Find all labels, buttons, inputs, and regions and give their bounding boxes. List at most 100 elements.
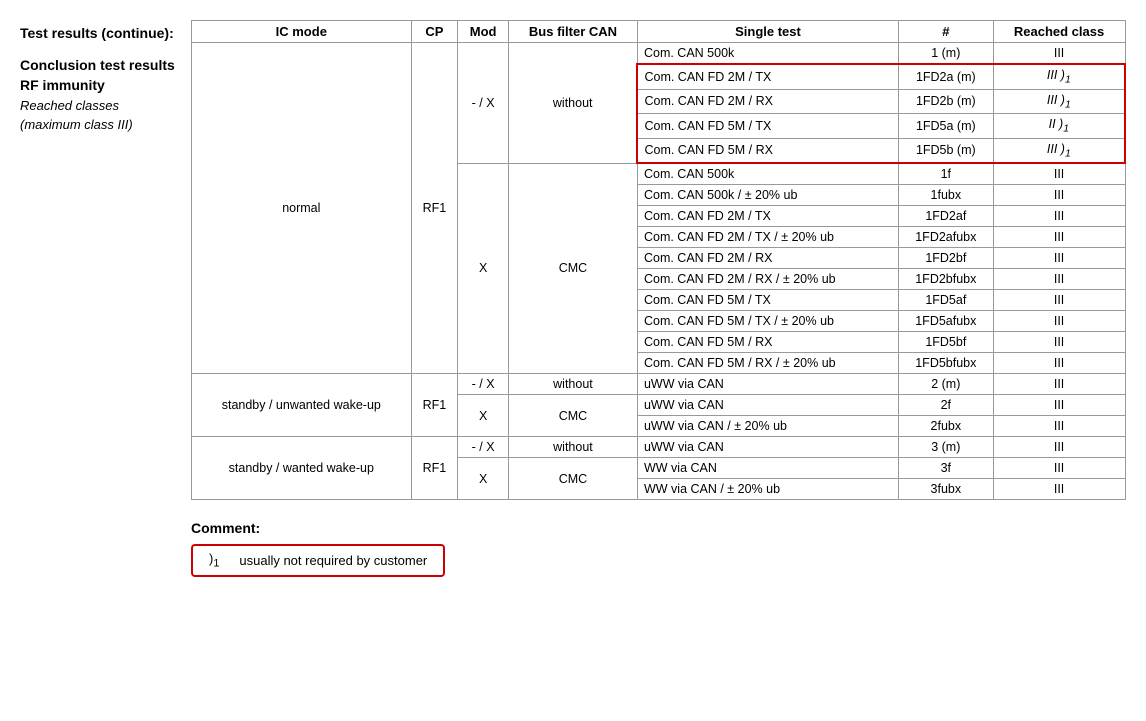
col-cp: CP — [411, 21, 458, 43]
reached-class: III — [993, 416, 1125, 437]
comment-box: )1 usually not required by customer — [191, 544, 445, 577]
hash: 3fubx — [899, 479, 994, 500]
single-test: Com. CAN 500k — [637, 163, 898, 185]
reached-class: III — [993, 395, 1125, 416]
reached-class: III — [993, 248, 1125, 269]
reached-class: III — [993, 332, 1125, 353]
hash: 1FD5afubx — [899, 311, 994, 332]
reached-class: III — [993, 311, 1125, 332]
single-test: Com. CAN FD 2M / TX / ± 20% ub — [637, 227, 898, 248]
reached-class: II )1 — [993, 114, 1125, 139]
hash: 3 (m) — [899, 437, 994, 458]
comment-text: usually not required by customer — [239, 553, 427, 568]
hash: 1FD5b (m) — [899, 138, 994, 163]
col-mod: Mod — [458, 21, 509, 43]
mod-minus-x-3: - / X — [458, 437, 509, 458]
single-test: Com. CAN FD 5M / TX — [637, 290, 898, 311]
bus-cmc-2: CMC — [508, 395, 637, 437]
table-row: standby / unwanted wake-up RF1 - / X wit… — [192, 374, 1126, 395]
bus-without-2: without — [508, 374, 637, 395]
reached-class: III — [993, 353, 1125, 374]
single-test: Com. CAN 500k — [637, 43, 898, 65]
ic-mode-standby-unwanted: standby / unwanted wake-up — [192, 374, 412, 437]
single-test: Com. CAN FD 2M / RX — [637, 248, 898, 269]
reached-class: III )1 — [993, 89, 1125, 114]
single-test: Com. CAN FD 2M / RX / ± 20% ub — [637, 269, 898, 290]
comment-section: Comment: )1 usually not required by cust… — [191, 520, 1126, 577]
cp-rf1-standby-unwanted: RF1 — [411, 374, 458, 437]
hash: 1FD2a (m) — [899, 64, 994, 89]
mod-x-cmc: X — [458, 163, 509, 374]
single-test: Com. CAN FD 5M / TX / ± 20% ub — [637, 311, 898, 332]
single-test: Com. CAN FD 5M / RX — [637, 138, 898, 163]
reached-class: III — [993, 163, 1125, 185]
reached-class: III — [993, 227, 1125, 248]
single-test: Com. CAN FD 2M / TX — [637, 206, 898, 227]
cp-rf1-normal: RF1 — [411, 43, 458, 374]
single-test: WW via CAN / ± 20% ub — [637, 479, 898, 500]
col-single-test: Single test — [637, 21, 898, 43]
reached-class: III — [993, 269, 1125, 290]
single-test: Com. CAN FD 5M / RX / ± 20% ub — [637, 353, 898, 374]
hash: 1FD2b (m) — [899, 89, 994, 114]
reached-class: III — [993, 206, 1125, 227]
hash: 1 (m) — [899, 43, 994, 65]
results-table: IC mode CP Mod Bus filter CAN Single tes… — [191, 20, 1126, 500]
page-title: Test results (continue): — [20, 24, 175, 42]
single-test: uWW via CAN — [637, 437, 898, 458]
reached-class: III — [993, 185, 1125, 206]
comment-subscript: )1 — [209, 551, 219, 570]
single-test: uWW via CAN — [637, 374, 898, 395]
mod-x-without: - / X — [458, 43, 509, 164]
single-test: Com. CAN 500k / ± 20% ub — [637, 185, 898, 206]
ic-mode-normal: normal — [192, 43, 412, 374]
col-bus-filter: Bus filter CAN — [508, 21, 637, 43]
hash: 1fubx — [899, 185, 994, 206]
reached-class: III — [993, 374, 1125, 395]
reached-class: III — [993, 290, 1125, 311]
conclusion-title: Conclusion test results RF immunity — [20, 56, 175, 95]
table-row: standby / wanted wake-up RF1 - / X witho… — [192, 437, 1126, 458]
bus-cmc-3: CMC — [508, 458, 637, 500]
mod-x-2: X — [458, 395, 509, 437]
hash: 3f — [899, 458, 994, 479]
single-test: Com. CAN FD 5M / TX — [637, 114, 898, 139]
hash: 1f — [899, 163, 994, 185]
hash: 1FD2bf — [899, 248, 994, 269]
reached-class: III — [993, 437, 1125, 458]
reached-class: III — [993, 43, 1125, 65]
single-test: uWW via CAN — [637, 395, 898, 416]
single-test: Com. CAN FD 2M / RX — [637, 89, 898, 114]
hash: 2 (m) — [899, 374, 994, 395]
hash: 1FD5bfubx — [899, 353, 994, 374]
reached-class: III )1 — [993, 138, 1125, 163]
single-test: WW via CAN — [637, 458, 898, 479]
col-ic-mode: IC mode — [192, 21, 412, 43]
reached-class: III — [993, 458, 1125, 479]
conclusion-sub: Reached classes (maximum class III) — [20, 97, 175, 133]
hash: 1FD2bfubx — [899, 269, 994, 290]
hash: 2fubx — [899, 416, 994, 437]
reached-class: III )1 — [993, 64, 1125, 89]
col-reached-class: Reached class — [993, 21, 1125, 43]
col-hash: # — [899, 21, 994, 43]
hash: 1FD5a (m) — [899, 114, 994, 139]
table-row: normal RF1 - / X without Com. CAN 500k 1… — [192, 43, 1126, 65]
hash: 1FD2af — [899, 206, 994, 227]
page-container: Test results (continue): Conclusion test… — [20, 20, 1126, 577]
table-header-row: IC mode CP Mod Bus filter CAN Single tes… — [192, 21, 1126, 43]
bus-without: without — [508, 43, 637, 164]
single-test: Com. CAN FD 5M / RX — [637, 332, 898, 353]
mod-minus-x: - / X — [458, 374, 509, 395]
ic-mode-standby-wanted: standby / wanted wake-up — [192, 437, 412, 500]
bus-without-3: without — [508, 437, 637, 458]
single-test: uWW via CAN / ± 20% ub — [637, 416, 898, 437]
single-test: Com. CAN FD 2M / TX — [637, 64, 898, 89]
hash: 1FD5bf — [899, 332, 994, 353]
reached-class: III — [993, 479, 1125, 500]
hash: 1FD5af — [899, 290, 994, 311]
cp-rf1-standby-wanted: RF1 — [411, 437, 458, 500]
comment-title: Comment: — [191, 520, 1126, 536]
bus-cmc: CMC — [508, 163, 637, 374]
left-panel: Test results (continue): Conclusion test… — [20, 20, 175, 134]
